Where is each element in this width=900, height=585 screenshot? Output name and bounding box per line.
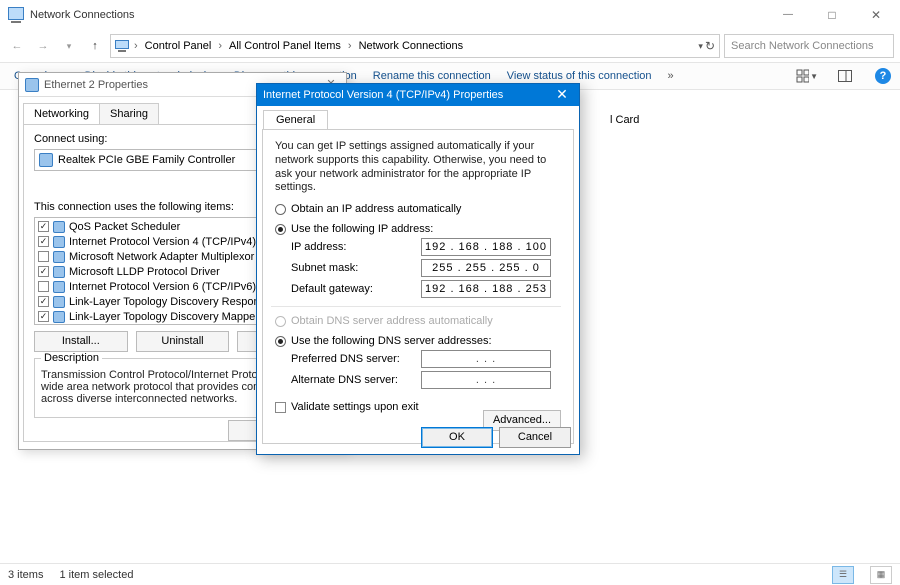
uninstall-button[interactable]: Uninstall <box>136 331 230 352</box>
view-layout-icon[interactable]: ▼ <box>796 65 818 87</box>
radio-use-ip[interactable]: Use the following IP address: <box>275 223 561 235</box>
checkbox-icon[interactable] <box>38 251 49 262</box>
nav-row: ← → ▾ ↑ › Control Panel › All Control Pa… <box>0 30 900 62</box>
radio-use-ip-label: Use the following IP address: <box>291 223 433 235</box>
window-maximize[interactable] <box>810 1 854 29</box>
connection-label-peek: l Card <box>610 114 639 126</box>
nav-recent-drop[interactable]: ▾ <box>58 35 80 57</box>
nav-up[interactable]: ↑ <box>84 35 106 57</box>
protocol-icon <box>53 251 65 263</box>
checkbox-icon[interactable] <box>38 221 49 232</box>
radio-icon-disabled <box>275 316 286 327</box>
cmd-view-status[interactable]: View status of this connection <box>507 70 652 82</box>
checkbox-icon[interactable] <box>38 311 49 322</box>
cmd-rename[interactable]: Rename this connection <box>373 70 491 82</box>
view-large-icon[interactable]: ▦ <box>870 566 892 584</box>
crumb-control-panel[interactable]: Control Panel <box>143 39 214 53</box>
pref-dns-input[interactable]: . . . <box>421 350 551 368</box>
pref-dns-label: Preferred DNS server: <box>291 353 421 365</box>
chevron-right-icon: › <box>134 40 138 52</box>
install-button[interactable]: Install... <box>34 331 128 352</box>
radio-auto-dns-label: Obtain DNS server address automatically <box>291 315 493 327</box>
view-details-icon[interactable]: ☰ <box>832 566 854 584</box>
alt-dns-label: Alternate DNS server: <box>291 374 421 386</box>
adapter-name: Realtek PCIe GBE Family Controller <box>58 154 235 166</box>
status-bar: 3 items 1 item selected ☰ ▦ <box>0 563 900 585</box>
window-titlebar: Network Connections <box>0 0 900 30</box>
preview-pane-icon[interactable] <box>834 65 856 87</box>
subnet-mask-label: Subnet mask: <box>291 262 421 274</box>
ipv4-ok-button[interactable]: OK <box>421 427 493 448</box>
chevron-right-icon: › <box>348 40 352 52</box>
ip-address-input[interactable]: 192 . 168 . 188 . 100 <box>421 238 551 256</box>
radio-auto-ip-label: Obtain an IP address automatically <box>291 203 461 215</box>
crumb-all-items[interactable]: All Control Panel Items <box>227 39 343 53</box>
ipv4-dialog-close[interactable]: ✕ <box>551 85 573 105</box>
tab-sharing[interactable]: Sharing <box>99 103 159 124</box>
radio-use-dns[interactable]: Use the following DNS server addresses: <box>275 335 561 347</box>
alt-dns-input[interactable]: . . . <box>421 371 551 389</box>
adapter-small-icon <box>39 153 53 167</box>
search-input[interactable]: Search Network Connections <box>724 34 894 58</box>
crumb-network-connections[interactable]: Network Connections <box>357 39 466 53</box>
protocol-icon <box>53 221 65 233</box>
ipv4-dialog-title: Internet Protocol Version 4 (TCP/IPv4) P… <box>263 89 551 101</box>
protocol-icon <box>53 236 65 248</box>
nav-back[interactable]: ← <box>6 35 28 57</box>
ip-intro-text: You can get IP settings assigned automat… <box>275 140 561 195</box>
ipv4-dialog-titlebar[interactable]: Internet Protocol Version 4 (TCP/IPv4) P… <box>257 84 579 106</box>
ip-address-label: IP address: <box>291 241 421 253</box>
refresh-icon[interactable]: ↻ <box>705 39 715 53</box>
ipv4-cancel-button[interactable]: Cancel <box>499 427 571 448</box>
list-item-label: Internet Protocol Version 4 (TCP/IPv4) <box>69 236 256 248</box>
window-minimize[interactable] <box>766 1 810 29</box>
protocol-icon <box>53 296 65 308</box>
description-title: Description <box>41 352 102 364</box>
tab-general[interactable]: General <box>263 110 328 129</box>
radio-icon-selected <box>275 336 286 347</box>
list-item-label: Link-Layer Topology Discovery Responder <box>69 296 275 308</box>
network-icon <box>8 7 24 23</box>
checkbox-icon <box>275 402 286 413</box>
radio-auto-dns: Obtain DNS server address automatically <box>275 315 561 327</box>
checkbox-icon[interactable] <box>38 296 49 307</box>
protocol-icon <box>53 311 65 323</box>
address-dropdown-icon[interactable]: ▾ <box>698 41 703 52</box>
nav-forward[interactable]: → <box>32 35 54 57</box>
protocol-icon <box>53 281 65 293</box>
adapter-icon <box>25 78 39 92</box>
cmd-overflow[interactable] <box>668 70 674 82</box>
radio-icon <box>275 204 286 215</box>
radio-auto-ip[interactable]: Obtain an IP address automatically <box>275 203 561 215</box>
status-item-count: 3 items <box>8 569 43 581</box>
gateway-label: Default gateway: <box>291 283 421 295</box>
list-item-label: Microsoft LLDP Protocol Driver <box>69 266 220 278</box>
search-placeholder: Search Network Connections <box>731 40 873 52</box>
address-bar[interactable]: › Control Panel › All Control Panel Item… <box>110 34 720 58</box>
protocol-icon <box>53 266 65 278</box>
radio-icon-selected <box>275 224 286 235</box>
window-close[interactable] <box>854 1 898 29</box>
chevron-right-icon: › <box>218 40 222 52</box>
status-selected: 1 item selected <box>59 569 133 581</box>
validate-label: Validate settings upon exit <box>291 401 419 413</box>
list-item-label: QoS Packet Scheduler <box>69 221 180 233</box>
ipv4-properties-dialog: Internet Protocol Version 4 (TCP/IPv4) P… <box>256 83 580 455</box>
checkbox-icon[interactable] <box>38 266 49 277</box>
checkbox-icon[interactable] <box>38 281 49 292</box>
address-icon <box>115 40 129 52</box>
checkbox-icon[interactable] <box>38 236 49 247</box>
tab-networking[interactable]: Networking <box>23 103 100 124</box>
subnet-mask-input[interactable]: 255 . 255 . 255 . 0 <box>421 259 551 277</box>
radio-use-dns-label: Use the following DNS server addresses: <box>291 335 492 347</box>
window-title: Network Connections <box>30 9 766 21</box>
help-icon[interactable]: ? <box>872 65 894 87</box>
list-item-label: Internet Protocol Version 6 (TCP/IPv6) <box>69 281 256 293</box>
gateway-input[interactable]: 192 . 168 . 188 . 253 <box>421 280 551 298</box>
